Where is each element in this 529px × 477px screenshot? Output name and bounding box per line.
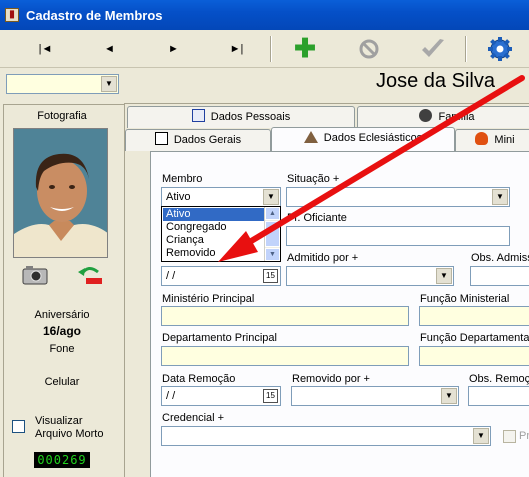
chevron-down-icon[interactable]: ▼ xyxy=(263,189,279,205)
pr-checkbox[interactable] xyxy=(503,430,516,443)
family-icon xyxy=(419,109,433,122)
membro-dropdown-list: Ativo Congregado Criança Removido ▲ ▼ xyxy=(161,206,281,262)
departamento-principal-input[interactable] xyxy=(161,346,409,366)
membro-option-removido[interactable]: Removido xyxy=(163,247,265,260)
member-photo xyxy=(13,128,108,258)
departamento-principal-label: Departamento Principal xyxy=(162,332,277,344)
birthday-value: 16/ago xyxy=(42,324,81,338)
tab-dados-gerais[interactable]: Dados Gerais xyxy=(125,129,271,151)
chevron-down-icon[interactable]: ▼ xyxy=(492,189,508,205)
toolbar-separator xyxy=(270,36,272,62)
calendar-icon[interactable]: 15 xyxy=(263,269,278,283)
scroll-down-icon[interactable]: ▼ xyxy=(265,248,280,261)
church-icon xyxy=(303,131,318,143)
tab-dados-gerais-label: Dados Gerais xyxy=(173,134,242,146)
admitido-por-select[interactable]: ▼ xyxy=(286,266,454,286)
chevron-down-icon[interactable]: ▼ xyxy=(436,268,452,284)
removido-por-select[interactable]: ▼ xyxy=(291,386,459,406)
data-remocao-label: Data Remoção xyxy=(162,373,236,385)
scroll-thumb[interactable] xyxy=(265,221,280,247)
person-name: Jose da Silva xyxy=(376,70,495,92)
first-record-button[interactable]: |◄ xyxy=(14,30,77,68)
funcao-ministerial-input[interactable] xyxy=(419,306,529,326)
situacao-label: Situação + xyxy=(287,173,340,185)
pr-oficiante-label: Pr. Oficiante xyxy=(287,212,347,224)
tab-ministerio[interactable]: Mini xyxy=(455,129,529,151)
plus-icon: ✚ xyxy=(294,33,316,63)
data-remocao-input[interactable]: / / 15 xyxy=(161,386,281,406)
toolbar: |◄ ◄ ► ►| ✚ xyxy=(0,30,529,68)
removido-por-label: Removido por + xyxy=(292,373,370,385)
funcao-ministerial-label: Função Ministerial xyxy=(420,293,510,305)
archive-label-line1: Visualizar xyxy=(35,415,83,427)
chevron-down-icon[interactable]: ▼ xyxy=(441,388,457,404)
add-button[interactable]: ✚ xyxy=(273,30,337,68)
membro-option-congregado[interactable]: Congregado xyxy=(163,221,265,234)
camera-icon xyxy=(22,266,48,285)
tab-dados-pessoais[interactable]: Dados Pessoais xyxy=(127,106,355,128)
fire-icon xyxy=(475,132,489,145)
gear-icon xyxy=(488,37,512,61)
record-counter: 000269 xyxy=(34,452,90,468)
cancel-circle-icon xyxy=(359,39,379,59)
tab-dados-pessoais-label: Dados Pessoais xyxy=(210,111,291,123)
obs-admissao-input[interactable] xyxy=(470,266,529,286)
previous-record-button[interactable]: ◄ xyxy=(78,30,141,68)
app-book-icon: ▮ xyxy=(5,8,19,22)
dropdown-scrollbar[interactable]: ▲ ▼ xyxy=(264,207,280,261)
checkmark-icon xyxy=(422,39,444,57)
tab-familia[interactable]: Família xyxy=(357,106,529,128)
ministerio-principal-input[interactable] xyxy=(161,306,409,326)
camera-button[interactable] xyxy=(22,264,48,286)
tab-ministerio-label: Mini xyxy=(494,134,515,146)
tab-dados-eclesiasticos-label: Dados Eclesiásticos xyxy=(323,132,423,144)
ministerio-principal-label: Ministério Principal xyxy=(162,293,255,305)
credencial-select[interactable]: ▼ xyxy=(161,426,491,446)
obs-remocao-label: Obs. Remoç xyxy=(469,373,529,385)
phone-label: Fone xyxy=(49,343,75,355)
data-admissao-value: / / xyxy=(166,270,176,282)
confirm-button[interactable] xyxy=(401,30,465,68)
archive-label-line2: Arquivo Morto xyxy=(35,428,104,440)
calendar-icon[interactable]: 15 xyxy=(263,389,278,403)
portrait-image xyxy=(14,129,107,257)
chevron-down-icon[interactable]: ▼ xyxy=(101,76,117,92)
credencial-label: Credencial + xyxy=(162,412,225,424)
chevron-down-icon[interactable]: ▼ xyxy=(473,428,489,444)
archive-checkbox[interactable] xyxy=(12,420,25,433)
toolbar-separator xyxy=(465,36,467,62)
title-bar: ▮ Cadastro de Membros xyxy=(0,0,529,30)
obs-admissao-label: Obs. Admiss xyxy=(471,252,529,264)
mobile-label: Celular xyxy=(44,376,80,388)
member-search-combo[interactable]: ▼ xyxy=(6,74,119,94)
remove-photo-button[interactable] xyxy=(76,264,104,286)
tab-dados-eclesiasticos[interactable]: Dados Eclesiásticos xyxy=(271,127,455,151)
person-card-icon xyxy=(191,109,205,122)
obs-remocao-input[interactable] xyxy=(468,386,529,406)
cancel-button[interactable] xyxy=(337,30,401,68)
membro-label: Membro xyxy=(162,173,203,185)
membro-option-crianca[interactable]: Criança xyxy=(163,234,265,247)
funcao-departamental-label: Função Departamental xyxy=(420,332,529,344)
photo-label: Fotografia xyxy=(37,110,87,122)
scroll-up-icon[interactable]: ▲ xyxy=(265,207,280,220)
funcao-departamental-input[interactable] xyxy=(419,346,529,366)
membro-value: Ativo xyxy=(166,191,191,203)
situacao-select[interactable]: ▼ xyxy=(286,187,510,207)
birthday-label: Aniversário xyxy=(34,309,90,321)
settings-button[interactable] xyxy=(468,30,529,68)
checklist-icon xyxy=(154,132,168,145)
membro-select[interactable]: Ativo ▼ xyxy=(161,187,281,207)
undo-arrow-icon xyxy=(78,267,102,284)
membro-option-ativo[interactable]: Ativo xyxy=(163,208,265,221)
tab-familia-label: Família xyxy=(438,111,475,123)
last-record-button[interactable]: ►| xyxy=(205,30,268,68)
data-admissao-input[interactable]: / / 15 xyxy=(161,266,281,286)
pr-checkbox-label: Pr xyxy=(519,430,529,442)
data-remocao-value: / / xyxy=(166,390,176,402)
admitido-por-label: Admitido por + xyxy=(287,252,359,264)
window-title: Cadastro de Membros xyxy=(26,8,163,23)
pr-oficiante-input[interactable] xyxy=(286,226,510,246)
next-record-button[interactable]: ► xyxy=(142,30,205,68)
